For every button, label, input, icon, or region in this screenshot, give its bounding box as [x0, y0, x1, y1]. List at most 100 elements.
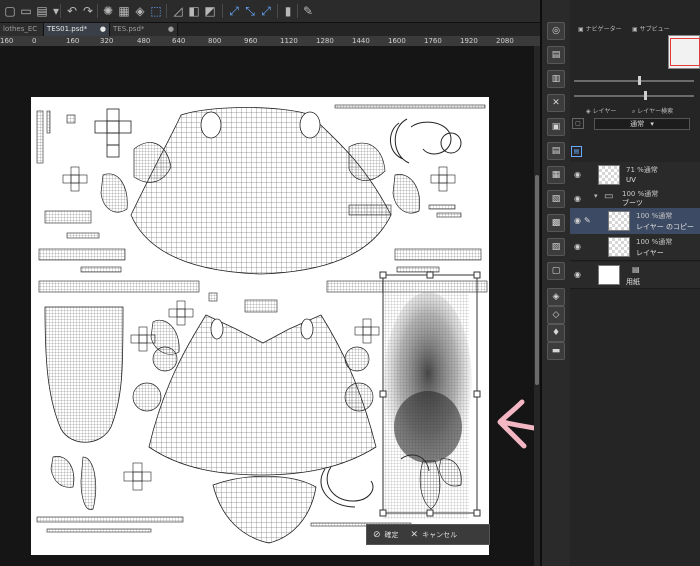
- chevron-down-icon[interactable]: ▾: [594, 192, 598, 200]
- tab-close-dot-icon[interactable]: ●: [168, 23, 174, 36]
- tab-subview[interactable]: ▣ サブビュー: [632, 24, 670, 33]
- rotate-slider-knob[interactable]: [644, 91, 647, 100]
- layer-name: レイヤー のコピー: [636, 223, 695, 231]
- clear-icon[interactable]: ▦: [116, 3, 132, 19]
- tab-navigator[interactable]: ▣ ナビゲーター: [578, 24, 622, 33]
- ruler-tick: 1920: [460, 37, 478, 45]
- paper-layer-icon: ▤: [632, 265, 640, 274]
- transform-handle[interactable]: [473, 509, 481, 517]
- uv-texture-canvas[interactable]: [31, 97, 489, 555]
- transform-handle[interactable]: [379, 509, 387, 517]
- frame-icon[interactable]: ▬: [547, 342, 565, 360]
- transform-handle[interactable]: [473, 390, 481, 398]
- transform-handle[interactable]: [426, 271, 434, 279]
- export-icon[interactable]: ▾: [48, 3, 64, 19]
- cancel-label: キャンセル: [422, 530, 458, 539]
- blend-mode-select[interactable]: 通常 ▾: [594, 118, 690, 130]
- transform-command-bar: ⊘ 確定 ✕ キャンセル: [366, 524, 490, 545]
- undo-icon[interactable]: ↶: [64, 3, 80, 19]
- transform-handle[interactable]: [426, 509, 434, 517]
- document-tabs: lothes_EC TES01.psd* ● TES.psd* ●: [0, 23, 540, 36]
- export-icon[interactable]: ▨: [547, 238, 565, 256]
- uv-island-disc: [152, 346, 178, 372]
- open-folder-icon[interactable]: ▭: [18, 3, 34, 19]
- reference-layer-icon[interactable]: ▤: [571, 146, 582, 157]
- eye-icon[interactable]: ◉: [574, 270, 581, 279]
- layer-color-icon[interactable]: ▢: [572, 118, 584, 129]
- stack-add-icon[interactable]: ◇: [547, 306, 565, 324]
- camera-icon[interactable]: ▣: [547, 118, 565, 136]
- image-icon[interactable]: ▥: [547, 70, 565, 88]
- tab-layer[interactable]: ◈ レイヤー: [586, 106, 616, 115]
- chevron-down-icon: ▾: [650, 120, 654, 128]
- tab-close-dot-icon[interactable]: ●: [100, 23, 106, 36]
- tab-tes01[interactable]: TES01.psd* ●: [44, 23, 110, 36]
- tab-clothes[interactable]: lothes_EC: [0, 23, 44, 36]
- edit-box-icon[interactable]: ▧: [547, 190, 565, 208]
- snap-ruler-icon[interactable]: ⤢: [226, 3, 242, 19]
- ruler-tick: 1120: [280, 37, 298, 45]
- close-box-icon[interactable]: ✕: [547, 94, 565, 112]
- new-file-icon[interactable]: ▢: [2, 3, 18, 19]
- eye-icon[interactable]: ◉: [574, 170, 581, 179]
- edit-icon[interactable]: ✎: [300, 3, 316, 19]
- loading-icon[interactable]: ✺: [100, 3, 116, 19]
- layers-icon[interactable]: ▦: [547, 166, 565, 184]
- file-icon[interactable]: ▤: [547, 142, 565, 160]
- scrollbar-thumb[interactable]: [535, 175, 539, 385]
- folder-icon: ▭: [604, 191, 614, 202]
- ruler-tick: 320: [100, 37, 114, 45]
- ruler-tick: 2080: [496, 37, 514, 45]
- ruler-tick: 1600: [388, 37, 406, 45]
- subview-icon: ▣: [632, 26, 638, 33]
- tab-layer-search[interactable]: ⌕ レイヤー検索: [632, 106, 673, 116]
- navigator-view-frame[interactable]: [670, 38, 700, 66]
- ruler-tick: 1440: [352, 37, 370, 45]
- table-icon[interactable]: ▩: [547, 214, 565, 232]
- eye-icon[interactable]: ◉: [574, 242, 581, 251]
- redo-icon[interactable]: ↷: [80, 3, 96, 19]
- transform-icon[interactable]: ⬚: [148, 3, 164, 19]
- fill-icon[interactable]: ◈: [132, 3, 148, 19]
- ruler-tick: 800: [208, 37, 222, 45]
- eye-icon[interactable]: ◉: [574, 194, 581, 203]
- confirm-button[interactable]: ⊘ 確定: [367, 525, 405, 544]
- transform-handle[interactable]: [379, 390, 387, 398]
- layer-thumbnail: [608, 211, 630, 231]
- ruler-tick: 1760: [424, 37, 442, 45]
- toolbar-divider: [166, 4, 167, 18]
- snap-grid-icon[interactable]: ⤡: [242, 3, 258, 19]
- ruler-icon[interactable]: ▮: [280, 3, 296, 19]
- tab-label: lothes_EC: [3, 25, 38, 33]
- ruler-tick: 1280: [316, 37, 334, 45]
- layer-row-paper[interactable]: ◉ ▤ 用紙: [570, 262, 700, 289]
- tab-label: TES01.psd*: [47, 25, 88, 33]
- compass-icon[interactable]: ◎: [547, 22, 565, 40]
- pin-icon[interactable]: ♦: [547, 324, 565, 342]
- layer-row-layer-copy[interactable]: ◉ ✎ 100 %通常 レイヤー のコピー: [570, 208, 700, 235]
- zoom-slider-knob[interactable]: [638, 76, 641, 85]
- cancel-button[interactable]: ✕ キャンセル: [405, 525, 464, 544]
- layer-row-layer[interactable]: ◉ 100 %通常 レイヤー: [570, 234, 700, 261]
- zoom-slider-track[interactable]: [574, 80, 694, 82]
- page-icon[interactable]: ▢: [547, 262, 565, 280]
- ruler-tick: 640: [172, 37, 186, 45]
- check-circle-icon: ⊘: [373, 529, 381, 540]
- layer-stack-icon: ◈: [586, 108, 591, 115]
- eye-icon[interactable]: ◉: [574, 216, 581, 225]
- document-icon[interactable]: ▤: [547, 46, 565, 64]
- navigator-icon: ▣: [578, 26, 584, 33]
- stack-icon[interactable]: ◈: [547, 288, 565, 306]
- uv-island-sleeve: [348, 142, 386, 181]
- invert-selection-icon[interactable]: ◧: [186, 3, 202, 19]
- snap-special-ruler-icon[interactable]: ⤢: [258, 3, 274, 19]
- rotate-slider-track[interactable]: [574, 95, 694, 97]
- transform-handle[interactable]: [473, 271, 481, 279]
- tab-tes[interactable]: TES.psd* ●: [110, 23, 178, 36]
- layer-row-folder-boots[interactable]: ◉ ▾ ▭ 100 %通常 ブーツ: [570, 188, 700, 209]
- layer-row-uv[interactable]: ◉ 71 %通常 UV: [570, 162, 700, 189]
- transform-handle[interactable]: [379, 271, 387, 279]
- deselect-icon[interactable]: ◿: [170, 3, 186, 19]
- selection-border-icon[interactable]: ◩: [202, 3, 218, 19]
- top-toolbar: ▢ ▭ ▤ ▾ ↶ ↷ ✺ ▦ ◈ ⬚ ◿ ◧ ◩ ⤢ ⤡ ⤢ ▮ ✎: [0, 0, 540, 23]
